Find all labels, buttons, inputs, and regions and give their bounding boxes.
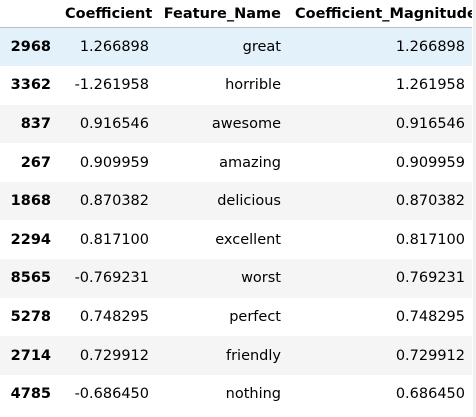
table-row: 2968 1.266898 great 1.266898: [0, 27, 472, 67]
row-index: 2968: [10, 39, 51, 56]
dataframe-table: Coefficient Feature_Name Coefficient_Mag…: [0, 0, 472, 413]
coefficient-cell: 1.266898: [79, 39, 149, 56]
coefficient-magnitude-cell: 0.729912: [395, 347, 465, 364]
row-index: 2714: [10, 347, 51, 364]
feature-name-cell: horrible: [225, 77, 281, 94]
feature-name-cell: awesome: [211, 115, 281, 132]
coefficient-magnitude-cell: 0.769231: [395, 270, 465, 287]
row-index: 4785: [10, 386, 51, 403]
coefficient-cell: -0.686450: [74, 386, 149, 403]
coefficient-magnitude-cell: 0.817100: [395, 231, 465, 248]
table-row: 4785 -0.686450 nothing 0.686450: [0, 375, 472, 414]
table-row: 3362 -1.261958 horrible 1.261958: [0, 66, 472, 105]
coefficient-cell: 0.909959: [79, 154, 149, 171]
table-row: 1868 0.870382 delicious 0.870382: [0, 181, 472, 221]
coefficient-magnitude-cell: 1.261958: [395, 77, 465, 94]
coefficient-header: Coefficient: [58, 0, 156, 28]
table-row: 2714 0.729912 friendly 0.729912: [0, 336, 472, 375]
coefficient-cell: 0.870382: [79, 193, 149, 210]
coefficient-cell: 0.748295: [79, 308, 149, 325]
feature-name-cell: delicious: [217, 193, 281, 210]
index-header: [0, 0, 58, 28]
feature-name-header: Feature_Name: [156, 0, 288, 28]
feature-name-cell: great: [242, 39, 281, 56]
coefficient-cell: 0.817100: [79, 231, 149, 248]
coefficient-magnitude-cell: 0.870382: [395, 193, 465, 210]
table-row: 837 0.916546 awesome 0.916546: [0, 104, 472, 144]
header-row: Coefficient Feature_Name Coefficient_Mag…: [0, 0, 472, 28]
coefficient-cell: -0.769231: [74, 270, 149, 287]
coefficient-magnitude-cell: 0.686450: [395, 386, 465, 403]
feature-name-cell: excellent: [215, 231, 281, 248]
row-index: 2294: [10, 231, 51, 248]
table-body: 2968 1.266898 great 1.266898 3362 -1.261958 ho…: [0, 27, 472, 414]
row-index: 3362: [10, 77, 51, 94]
coefficient-magnitude-cell: 1.266898: [395, 39, 465, 56]
feature-name-cell: worst: [241, 270, 281, 287]
feature-name-cell: amazing: [219, 154, 281, 171]
coefficient-cell: 0.729912: [79, 347, 149, 364]
table-row: 5278 0.748295 perfect 0.748295: [0, 298, 472, 337]
coefficient-magnitude-header: Coefficient_Magnitude: [288, 0, 472, 28]
feature-name-cell: nothing: [225, 386, 281, 403]
feature-name-cell: perfect: [229, 308, 281, 325]
row-index: 837: [20, 115, 51, 132]
coefficient-cell: -1.261958: [74, 77, 149, 94]
coefficient-magnitude-cell: 0.748295: [395, 308, 465, 325]
row-index: 8565: [10, 270, 51, 287]
table-row: 267 0.909959 amazing 0.909959: [0, 143, 472, 182]
notebook-output-area: Coefficient Feature_Name Coefficient_Mag…: [0, 0, 476, 417]
row-index: 1868: [10, 193, 51, 210]
coefficient-magnitude-cell: 0.916546: [395, 115, 465, 132]
row-index: 267: [20, 154, 51, 171]
table-row: 2294 0.817100 excellent 0.817100: [0, 220, 472, 259]
table-header: Coefficient Feature_Name Coefficient_Mag…: [0, 0, 472, 28]
coefficient-magnitude-cell: 0.909959: [395, 154, 465, 171]
row-index: 5278: [10, 308, 51, 325]
coefficient-cell: 0.916546: [79, 115, 149, 132]
feature-name-cell: friendly: [225, 347, 281, 364]
table-row: 8565 -0.769231 worst 0.769231: [0, 259, 472, 298]
